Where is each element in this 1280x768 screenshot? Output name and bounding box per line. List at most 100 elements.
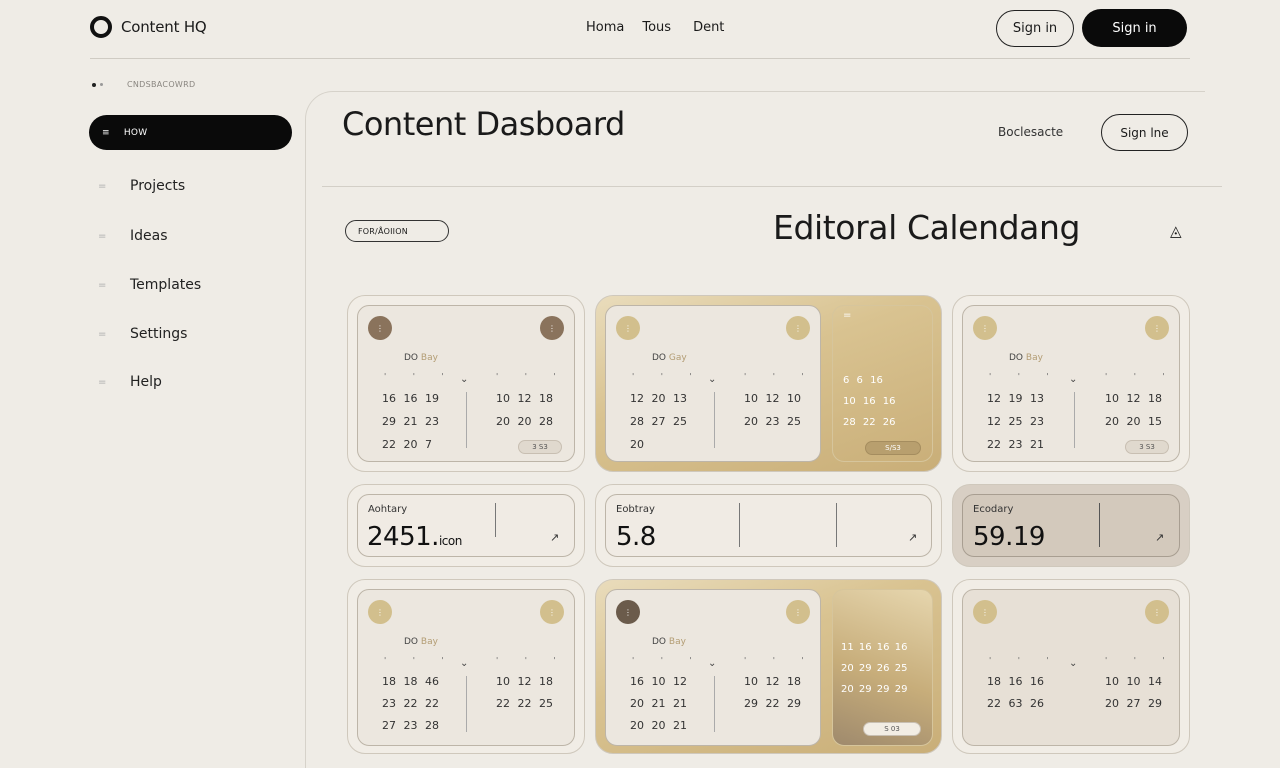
calendar-badge-icon: ⋮ [786, 600, 810, 624]
calendar-badge-icon: ⋮ [973, 316, 997, 340]
sidebar-item-templates[interactable]: = Templates [98, 277, 201, 293]
stat-divider [739, 503, 740, 547]
dash-icon: = [98, 180, 107, 192]
calendar-header: DO Bay [404, 353, 438, 363]
calendar-card-inner: ⋮ ⋮ DO Bay ' ' ' ⌄ ' ' ' 12 19 13 12 25 … [962, 305, 1180, 462]
weekday-ticks: ' ' ' [496, 656, 568, 665]
logo-ring-icon [90, 16, 112, 38]
weekday-ticks: ' ' ' [744, 656, 816, 665]
chevron-down-icon[interactable]: ⌄ [708, 658, 716, 669]
breadcrumb-text[interactable]: CNDSBACOWRD [127, 80, 195, 89]
sign-in-button[interactable]: Sign in [1082, 9, 1187, 47]
chevron-down-icon[interactable]: ⌄ [1069, 374, 1077, 385]
weekday-ticks: ' ' ' [496, 372, 568, 381]
header-divider [90, 58, 1190, 59]
arrow-diagonal-icon[interactable]: ↗ [908, 531, 917, 544]
weekday-ticks: ' ' ' [989, 656, 1061, 665]
sidebar-item-label: Settings [130, 326, 188, 342]
sidebar-item-label: Templates [130, 277, 202, 293]
calendar-row: 16 10 12 [630, 675, 687, 688]
chevron-down-icon[interactable]: ⌄ [708, 374, 716, 385]
nav-tools[interactable]: Tous [642, 20, 671, 35]
calendar-divider [714, 676, 715, 732]
calendar-row: 10 12 18 [744, 675, 801, 688]
stat-value-number: 2451. [367, 522, 439, 552]
calendar-card-featured[interactable]: ⋮ ⋮ DO Gay ' ' ' ⌄ ' ' ' 12 20 13 28 27 … [595, 295, 983, 472]
calendar-badge-icon: ⋮ [1145, 600, 1169, 624]
calendar-row: 22 63 26 [987, 697, 1044, 710]
calendar-divider [714, 392, 715, 448]
calendar-card[interactable]: ⋮ ⋮ ' ' ' ⌄ ' ' ' 18 16 16 22 63 26 10 1… [952, 579, 1190, 754]
calendar-options-icon[interactable]: ◬ [1170, 222, 1182, 240]
calendar-sub: Bay [420, 353, 438, 363]
gold-row: 10 16 16 [843, 396, 896, 407]
calendar-card[interactable]: ⋮ ⋮ DO Bay ' ' ' ⌄ ' ' ' 12 19 13 12 25 … [952, 295, 1190, 472]
sign-in-outline-button[interactable]: Sign in [996, 10, 1074, 47]
sidebar-item-projects[interactable]: = Projects [98, 178, 185, 194]
stat-label: Aohtary [368, 504, 408, 515]
brand-logo[interactable]: Content HQ [90, 16, 207, 38]
stat-card-inner: Eobtray 5.8 ↗ [605, 494, 932, 557]
calendar-head: DO [404, 637, 419, 647]
chevron-down-icon[interactable]: ⌄ [460, 374, 468, 385]
calendar-row: 12 20 13 [630, 392, 687, 405]
calendar-tag[interactable]: 3 S3 [1125, 440, 1169, 454]
calendar-row: 20 [630, 438, 644, 451]
sidebar-item-help[interactable]: = Help [98, 374, 162, 390]
calendar-divider [466, 392, 467, 448]
stat-value: 2451.icon [367, 522, 462, 552]
calendar-row: 20 27 29 [1105, 697, 1162, 710]
arrow-diagonal-icon[interactable]: ↗ [550, 531, 559, 544]
calendar-row: 20 21 21 [630, 697, 687, 710]
calendar-card-featured[interactable]: ⋮ ⋮ DO Bay ' ' ' ⌄ ' ' ' 16 10 12 20 21 … [595, 579, 942, 754]
calendar-header: DO Bay [652, 637, 686, 647]
top-header: Content HQ Homa Tous Dent Sign in Sign i… [0, 0, 1280, 58]
calendar-row: 29 21 23 [382, 415, 439, 428]
sign-line-button[interactable]: Sign lne [1101, 114, 1188, 151]
calendar-tag[interactable]: 3 S3 [518, 440, 562, 454]
breadcrumb-dot-icon [100, 83, 103, 86]
weekday-ticks: ' ' ' [989, 372, 1061, 381]
calendar-card[interactable]: ⋮ ⋮ DO Bay ' ' ' ⌄ ' ' ' 16 16 19 29 21 … [347, 295, 585, 472]
calendar-tag[interactable]: S/S3 [865, 441, 921, 455]
gold-row: 20 29 26 25 [841, 663, 908, 674]
menu-lines-icon: ≡ [102, 127, 110, 138]
calendar-divider [1074, 392, 1075, 448]
calendar-card-inner: ⋮ ⋮ DO Bay ' ' ' ⌄ ' ' ' 16 16 19 29 21 … [357, 305, 575, 462]
stat-card[interactable]: Aohtary 2451.icon ↗ [347, 484, 585, 567]
stat-card[interactable]: Eobtray 5.8 ↗ [595, 484, 942, 567]
stat-card[interactable]: Ecodary 59.19 ↗ [952, 484, 1190, 567]
calendar-tag[interactable]: S 03 [863, 722, 921, 736]
sidebar-item-settings[interactable]: = Settings [98, 326, 187, 342]
stat-card-inner: Aohtary 2451.icon ↗ [357, 494, 575, 557]
sidebar-item-active[interactable]: ≡ HOW [89, 115, 292, 150]
calendar-header: DO Bay [404, 637, 438, 647]
calendar-row: 22 20 7 [382, 438, 432, 451]
sidebar-item-label: Projects [130, 178, 186, 194]
chevron-down-icon[interactable]: ⌄ [460, 658, 468, 669]
calendar-row: 22 22 25 [496, 697, 553, 710]
weekday-ticks: ' ' ' [384, 656, 456, 665]
calendar-badge-icon: ⋮ [540, 600, 564, 624]
filter-pill[interactable]: FOR/ÅOIION [345, 220, 449, 242]
weekday-ticks: ' ' ' [384, 372, 456, 381]
calendar-row: 20 20 21 [630, 719, 687, 732]
weekday-ticks: ' ' ' [1105, 656, 1177, 665]
dash-icon: = [98, 328, 107, 340]
stat-value-suffix: icon [438, 534, 462, 548]
breadcrumb: CNDSBACOWRD [92, 80, 195, 89]
calendar-card-inner: ⋮ ⋮ DO Bay ' ' ' ⌄ ' ' ' 18 18 46 23 22 … [357, 589, 575, 746]
nav-dent[interactable]: Dent [693, 20, 724, 35]
chevron-down-icon[interactable]: ⌄ [1069, 658, 1077, 669]
calendar-card[interactable]: ⋮ ⋮ DO Bay ' ' ' ⌄ ' ' ' 18 18 46 23 22 … [347, 579, 585, 754]
sidebar-item-ideas[interactable]: = Ideas [98, 228, 168, 244]
calendar-sub: Bay [668, 637, 686, 647]
calendar-badge-icon: ⋮ [616, 600, 640, 624]
stat-divider [1099, 503, 1100, 547]
arrow-diagonal-icon[interactable]: ↗ [1155, 531, 1164, 544]
gold-row: 6 6 16 [843, 375, 883, 386]
stat-divider [836, 503, 837, 547]
calendar-row: 20 23 25 [744, 415, 801, 428]
browse-link[interactable]: Boclesacte [998, 125, 1063, 139]
nav-home[interactable]: Homa [586, 20, 624, 35]
